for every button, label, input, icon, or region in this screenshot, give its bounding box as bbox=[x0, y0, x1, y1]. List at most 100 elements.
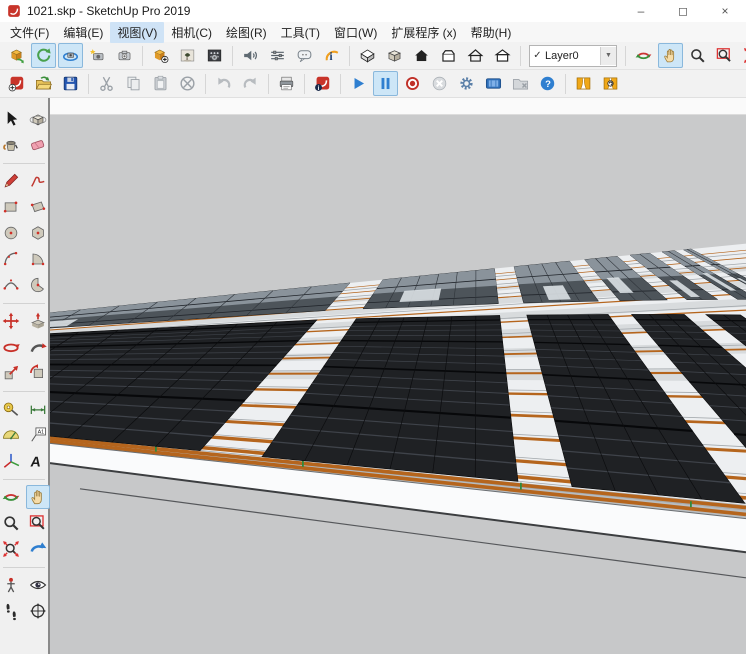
front-view-button[interactable] bbox=[409, 43, 434, 68]
follow-me-tool[interactable] bbox=[26, 335, 50, 359]
model-tips-button[interactable]: i bbox=[319, 43, 344, 68]
curtain-reset-button[interactable] bbox=[598, 71, 623, 96]
two-point-arc-tool[interactable] bbox=[26, 247, 50, 271]
turn-tool[interactable] bbox=[26, 599, 50, 623]
toolbar-separator bbox=[340, 74, 341, 94]
refresh-view-button[interactable] bbox=[31, 43, 56, 68]
zoom-tool[interactable] bbox=[0, 511, 23, 535]
menu-item-3[interactable]: 视图(V) bbox=[110, 22, 164, 43]
three-point-arc-tool[interactable] bbox=[0, 273, 23, 297]
position-camera-tool[interactable] bbox=[0, 573, 23, 597]
orbit-tool[interactable] bbox=[0, 485, 23, 509]
3d-text-tool[interactable]: A bbox=[26, 449, 50, 473]
undo-button[interactable] bbox=[211, 71, 236, 96]
save-file-button[interactable] bbox=[58, 71, 83, 96]
push-pull-tool[interactable] bbox=[26, 309, 50, 333]
walk-tool[interactable] bbox=[0, 599, 23, 623]
orbit-button[interactable] bbox=[631, 43, 656, 68]
layers-dropdown[interactable]: ✓Layer0▼ bbox=[529, 45, 617, 67]
stop-animation-button[interactable] bbox=[427, 71, 452, 96]
add-component-button[interactable] bbox=[148, 43, 173, 68]
audio-button[interactable] bbox=[238, 43, 263, 68]
back-view-button[interactable] bbox=[463, 43, 488, 68]
output-folder-button[interactable] bbox=[508, 71, 533, 96]
chevron-down-icon[interactable]: ▼ bbox=[600, 47, 616, 65]
paint-bucket-tool[interactable] bbox=[0, 133, 23, 157]
menu-item-1[interactable]: 文件(F) bbox=[3, 22, 56, 43]
rectangle-tool[interactable] bbox=[0, 195, 23, 219]
pan-button[interactable] bbox=[658, 43, 683, 68]
menu-item-2[interactable]: 编辑(E) bbox=[56, 22, 110, 43]
scale-tool[interactable] bbox=[0, 361, 23, 385]
model-info-button[interactable]: i bbox=[310, 71, 335, 96]
redo-button[interactable] bbox=[238, 71, 263, 96]
copy-button[interactable] bbox=[121, 71, 146, 96]
move-icon bbox=[1, 311, 21, 331]
cut-button[interactable] bbox=[94, 71, 119, 96]
maximize-button[interactable]: ◻ bbox=[662, 0, 704, 22]
rotated-rectangle-tool[interactable] bbox=[26, 195, 50, 219]
right-view-button[interactable] bbox=[436, 43, 461, 68]
orbit-camera-button[interactable] bbox=[58, 43, 83, 68]
zoom-window-tool[interactable] bbox=[26, 511, 50, 535]
previous-view-button[interactable] bbox=[4, 43, 29, 68]
close-button[interactable]: × bbox=[704, 0, 746, 22]
curtain-open-button[interactable] bbox=[571, 71, 596, 96]
record-animation-button[interactable] bbox=[400, 71, 425, 96]
comments-button[interactable] bbox=[292, 43, 317, 68]
select-tool[interactable] bbox=[0, 107, 23, 131]
menu-item-4[interactable]: 相机(C) bbox=[164, 22, 219, 43]
make-component-tool[interactable] bbox=[26, 107, 50, 131]
minimize-button[interactable]: – bbox=[620, 0, 662, 22]
erase-button[interactable] bbox=[175, 71, 200, 96]
paste-button[interactable] bbox=[148, 71, 173, 96]
main-area: A1A bbox=[0, 98, 746, 654]
zoom-extents-tool[interactable] bbox=[0, 537, 23, 561]
move-tool[interactable] bbox=[0, 309, 23, 333]
eraser-tool[interactable] bbox=[26, 133, 50, 157]
pause-animation-button[interactable] bbox=[373, 71, 398, 96]
zoom-extents-button[interactable] bbox=[739, 43, 746, 68]
video-export-button[interactable] bbox=[481, 71, 506, 96]
left-view-button[interactable] bbox=[490, 43, 515, 68]
zoom-window-button[interactable] bbox=[712, 43, 737, 68]
toolbar-separator bbox=[268, 74, 269, 94]
line-tool[interactable] bbox=[0, 169, 23, 193]
scene-settings-button[interactable] bbox=[202, 43, 227, 68]
shadows-button[interactable] bbox=[175, 43, 200, 68]
top-view-button[interactable] bbox=[382, 43, 407, 68]
play-animation-button[interactable] bbox=[346, 71, 371, 96]
animation-settings-button[interactable] bbox=[454, 71, 479, 96]
menu-item-9[interactable]: 帮助(H) bbox=[464, 22, 519, 43]
arc-tool[interactable] bbox=[0, 247, 23, 271]
freehand-tool[interactable] bbox=[26, 169, 50, 193]
open-file-button[interactable] bbox=[31, 71, 56, 96]
dimension-tool[interactable] bbox=[26, 397, 50, 421]
circle-tool[interactable] bbox=[0, 221, 23, 245]
offset-tool[interactable] bbox=[26, 361, 50, 385]
position-camera-button[interactable] bbox=[85, 43, 110, 68]
new-file-button[interactable] bbox=[4, 71, 29, 96]
tape-measure-tool[interactable] bbox=[0, 397, 23, 421]
3d-viewport[interactable] bbox=[50, 115, 746, 654]
menu-item-8[interactable]: 扩展程序 (x) bbox=[384, 22, 463, 43]
menu-item-7[interactable]: 窗口(W) bbox=[327, 22, 384, 43]
axes-tool[interactable] bbox=[0, 449, 23, 473]
text-tool[interactable]: A1 bbox=[26, 423, 50, 447]
help-button[interactable]: ? bbox=[535, 71, 560, 96]
menu-item-5[interactable]: 绘图(R) bbox=[219, 22, 274, 43]
snapshot-camera-button[interactable] bbox=[112, 43, 137, 68]
mixer-button[interactable] bbox=[265, 43, 290, 68]
palette-row bbox=[0, 537, 50, 561]
pan-tool[interactable] bbox=[26, 485, 50, 509]
zoom-button[interactable] bbox=[685, 43, 710, 68]
previous-view-tool[interactable] bbox=[26, 537, 50, 561]
menu-item-6[interactable]: 工具(T) bbox=[274, 22, 327, 43]
pie-tool[interactable] bbox=[26, 273, 50, 297]
iso-view-button[interactable] bbox=[355, 43, 380, 68]
look-around-tool[interactable] bbox=[26, 573, 50, 597]
rotate-tool[interactable] bbox=[0, 335, 23, 359]
polygon-tool[interactable] bbox=[26, 221, 50, 245]
print-button[interactable] bbox=[274, 71, 299, 96]
protractor-tool[interactable] bbox=[0, 423, 23, 447]
